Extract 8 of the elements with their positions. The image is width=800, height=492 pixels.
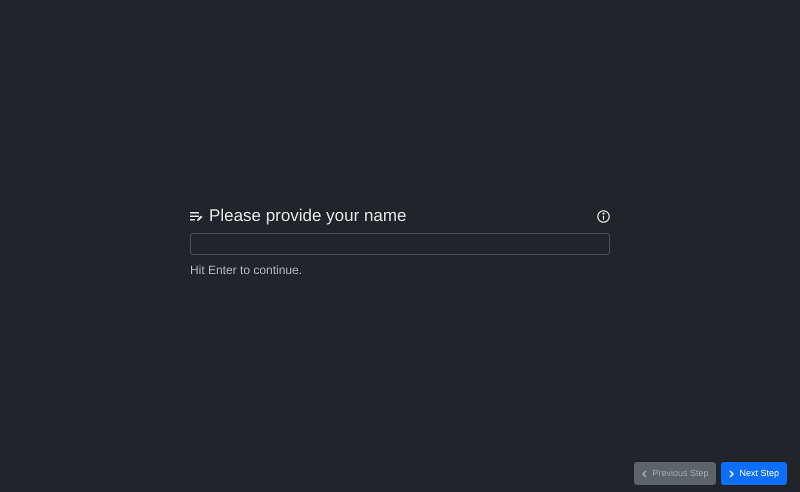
question-title: Please provide your name — [209, 205, 407, 228]
info-icon[interactable] — [597, 210, 610, 222]
notes-icon — [190, 210, 203, 222]
chevron-left-icon — [642, 470, 648, 478]
chevron-right-icon — [729, 470, 734, 478]
hint-text: Hit Enter to continue. — [190, 262, 304, 279]
next-step-button[interactable]: Next Step — [721, 462, 787, 485]
name-field[interactable] — [190, 232, 610, 255]
